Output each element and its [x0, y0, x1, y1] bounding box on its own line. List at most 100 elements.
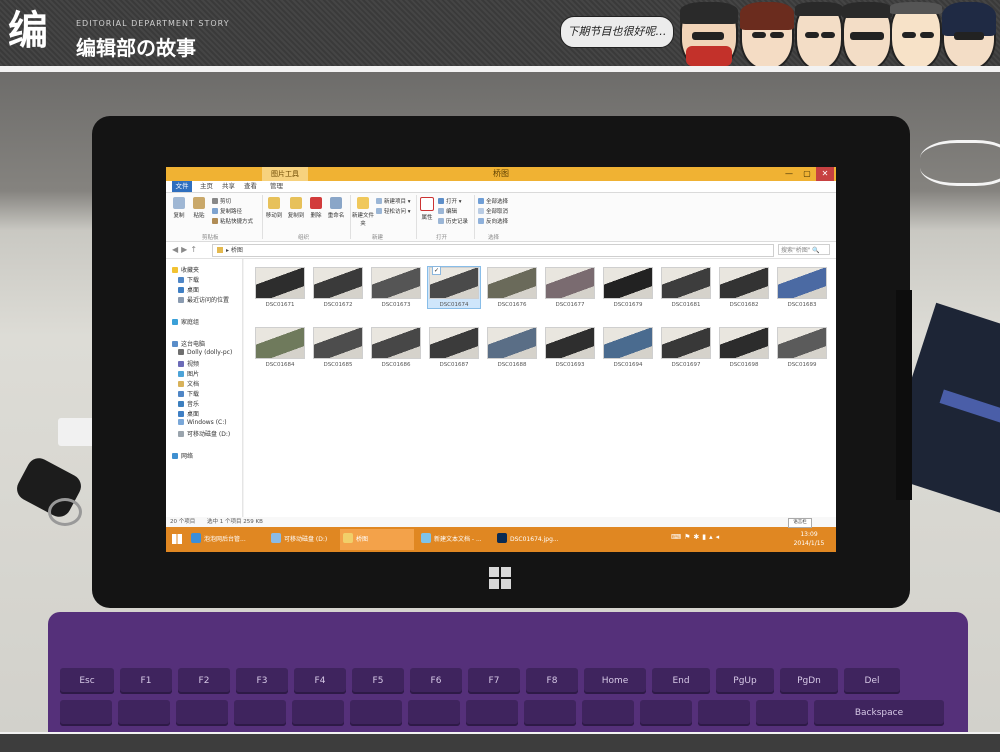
nav-pictures[interactable]: 图片	[178, 369, 199, 378]
keyboard-key[interactable]	[350, 700, 402, 726]
system-tray[interactable]: ⌨⚑✱▮▴◂	[671, 533, 722, 541]
keyboard-key[interactable]: Del	[844, 668, 900, 694]
keyboard-key[interactable]: Esc	[60, 668, 114, 694]
forward-arrow-icon[interactable]: ▶	[181, 245, 190, 254]
file-thumbnail[interactable]: DSC01694	[602, 327, 654, 368]
easy-access-button[interactable]: 轻松访问 ▾	[376, 207, 411, 215]
properties-button[interactable]: 属性	[418, 197, 436, 221]
keyboard-key[interactable]: F8	[526, 668, 578, 694]
selection-checkbox[interactable]: ✓	[432, 266, 441, 275]
up-arrow-icon[interactable]: ↑	[190, 245, 200, 254]
copy-to-button[interactable]: 复制到	[286, 197, 306, 219]
file-thumbnail[interactable]: DSC01684	[254, 327, 306, 368]
file-thumbnail[interactable]: DSC01699	[776, 327, 828, 368]
file-thumbnail[interactable]: DSC01673	[370, 267, 422, 308]
keyboard-key[interactable]: PgUp	[716, 668, 774, 694]
keyboard-key[interactable]	[408, 700, 460, 726]
keyboard-key[interactable]	[582, 700, 634, 726]
nav-downloads-2[interactable]: 下载	[178, 389, 199, 398]
keyboard-key[interactable]: End	[652, 668, 710, 694]
nav-buttons[interactable]: ◀▶↑	[172, 245, 200, 254]
keyboard-key[interactable]	[524, 700, 576, 726]
keyboard-key[interactable]	[234, 700, 286, 726]
tab-home[interactable]: 主页	[200, 181, 213, 192]
keyboard-key[interactable]: F5	[352, 668, 404, 694]
keyboard-key[interactable]	[60, 700, 112, 726]
copy-path-button[interactable]: 复制路径	[212, 207, 242, 215]
rename-button[interactable]: 重命名	[326, 197, 346, 219]
cut-button[interactable]: 剪切	[212, 197, 231, 205]
maximize-button[interactable]: ▢	[798, 167, 816, 181]
close-button[interactable]: ✕	[816, 167, 834, 181]
tab-share[interactable]: 共享	[222, 181, 235, 192]
windows-logo-icon[interactable]	[489, 567, 511, 589]
tab-view[interactable]: 查看	[244, 181, 257, 192]
bluetooth-icon[interactable]: ✱	[693, 533, 702, 541]
copy-button[interactable]: 复制	[170, 197, 188, 219]
taskbar-item-removable[interactable]: 可移动磁盘 (D:)	[268, 529, 338, 550]
nav-desktop[interactable]: 桌面	[178, 285, 199, 294]
keyboard-key[interactable]: F3	[236, 668, 288, 694]
paste-button[interactable]: 粘贴	[190, 197, 208, 219]
file-thumbnail[interactable]: DSC01681	[660, 267, 712, 308]
taskbar-item-photoshop[interactable]: DSC01674.jpg...	[494, 529, 566, 550]
new-item-button[interactable]: 新建项目 ▾	[376, 197, 411, 205]
keyboard-key[interactable]	[118, 700, 170, 726]
backspace-key[interactable]: Backspace	[814, 700, 944, 726]
file-thumbnail[interactable]: DSC01697	[660, 327, 712, 368]
keyboard-key[interactable]: F4	[294, 668, 346, 694]
path-field[interactable]: ▸ 桥图	[212, 244, 774, 257]
file-thumbnail[interactable]: DSC01693	[544, 327, 596, 368]
flag-icon[interactable]: ⚑	[684, 533, 693, 541]
nav-videos[interactable]: 视频	[178, 359, 199, 368]
keyboard-icon[interactable]: ⌨	[671, 533, 684, 541]
keyboard-key[interactable]: F1	[120, 668, 172, 694]
tab-file[interactable]: 文件	[172, 181, 192, 192]
taskbar-item-ie[interactable]: 泡泡网后台管...	[188, 529, 266, 550]
taskbar-clock[interactable]: 13:09 2014/1/15	[784, 530, 834, 548]
select-none-button[interactable]: 全部取消	[478, 207, 508, 215]
file-thumbnail[interactable]: DSC01685	[312, 327, 364, 368]
keyboard-key[interactable]: PgDn	[780, 668, 838, 694]
file-thumbnail[interactable]: DSC01686	[370, 327, 422, 368]
keyboard-key[interactable]: F7	[468, 668, 520, 694]
keyboard-key[interactable]	[640, 700, 692, 726]
keyboard-key[interactable]: F6	[410, 668, 462, 694]
file-thumbnail[interactable]: DSC01677	[544, 267, 596, 308]
nav-documents[interactable]: 文档	[178, 379, 199, 388]
file-thumbnail[interactable]: DSC01683	[776, 267, 828, 308]
keyboard-key[interactable]	[292, 700, 344, 726]
minimize-button[interactable]: —	[780, 167, 798, 181]
file-thumbnail[interactable]: DSC01688	[486, 327, 538, 368]
select-all-button[interactable]: 全部选择	[478, 197, 508, 205]
keyboard-key[interactable]	[698, 700, 750, 726]
language-bar-popup[interactable]: 语言栏	[788, 518, 812, 528]
open-button[interactable]: 打开 ▾	[438, 197, 462, 205]
taskbar-item-explorer[interactable]: 桥图	[340, 529, 414, 550]
nav-this-pc[interactable]: 这台电脑	[172, 339, 205, 348]
file-thumbnail[interactable]: DSC01679	[602, 267, 654, 308]
nav-windows-c[interactable]: Windows (C:)	[178, 419, 227, 426]
file-thumbnail[interactable]: DSC01676	[486, 267, 538, 308]
window-titlebar[interactable]: 图片工具 桥图 — ▢ ✕	[166, 167, 836, 181]
file-thumbnail[interactable]: DSC01698	[718, 327, 770, 368]
move-to-button[interactable]: 移动到	[264, 197, 284, 219]
keyboard-key[interactable]: F2	[178, 668, 230, 694]
nav-recent[interactable]: 最近访问的位置	[178, 295, 229, 304]
search-input[interactable]: 搜索"桥图" 🔍	[778, 244, 830, 255]
nav-favorites[interactable]: 收藏夹	[172, 265, 199, 274]
tab-manage[interactable]: 管理	[270, 181, 283, 192]
nav-dolly[interactable]: Dolly (dolly-pc)	[178, 349, 232, 356]
invert-selection-button[interactable]: 反向选择	[478, 217, 508, 225]
nav-desktop-2[interactable]: 桌面	[178, 409, 199, 418]
paste-shortcut-button[interactable]: 粘贴快捷方式	[212, 217, 253, 225]
taskbar-item-notepad[interactable]: 新建文本文档 - ...	[418, 529, 492, 550]
nav-homegroup[interactable]: 家庭组	[172, 317, 199, 326]
file-thumbnail[interactable]: DSC01682	[718, 267, 770, 308]
edit-button[interactable]: 编辑	[438, 207, 457, 215]
nav-removable-d[interactable]: 可移动磁盘 (D:)	[178, 429, 230, 438]
file-thumbnail[interactable]: DSC01687	[428, 327, 480, 368]
start-button[interactable]	[170, 529, 184, 550]
file-thumbnail[interactable]: DSC01671	[254, 267, 306, 308]
volume-icon[interactable]: ◂	[716, 533, 723, 541]
